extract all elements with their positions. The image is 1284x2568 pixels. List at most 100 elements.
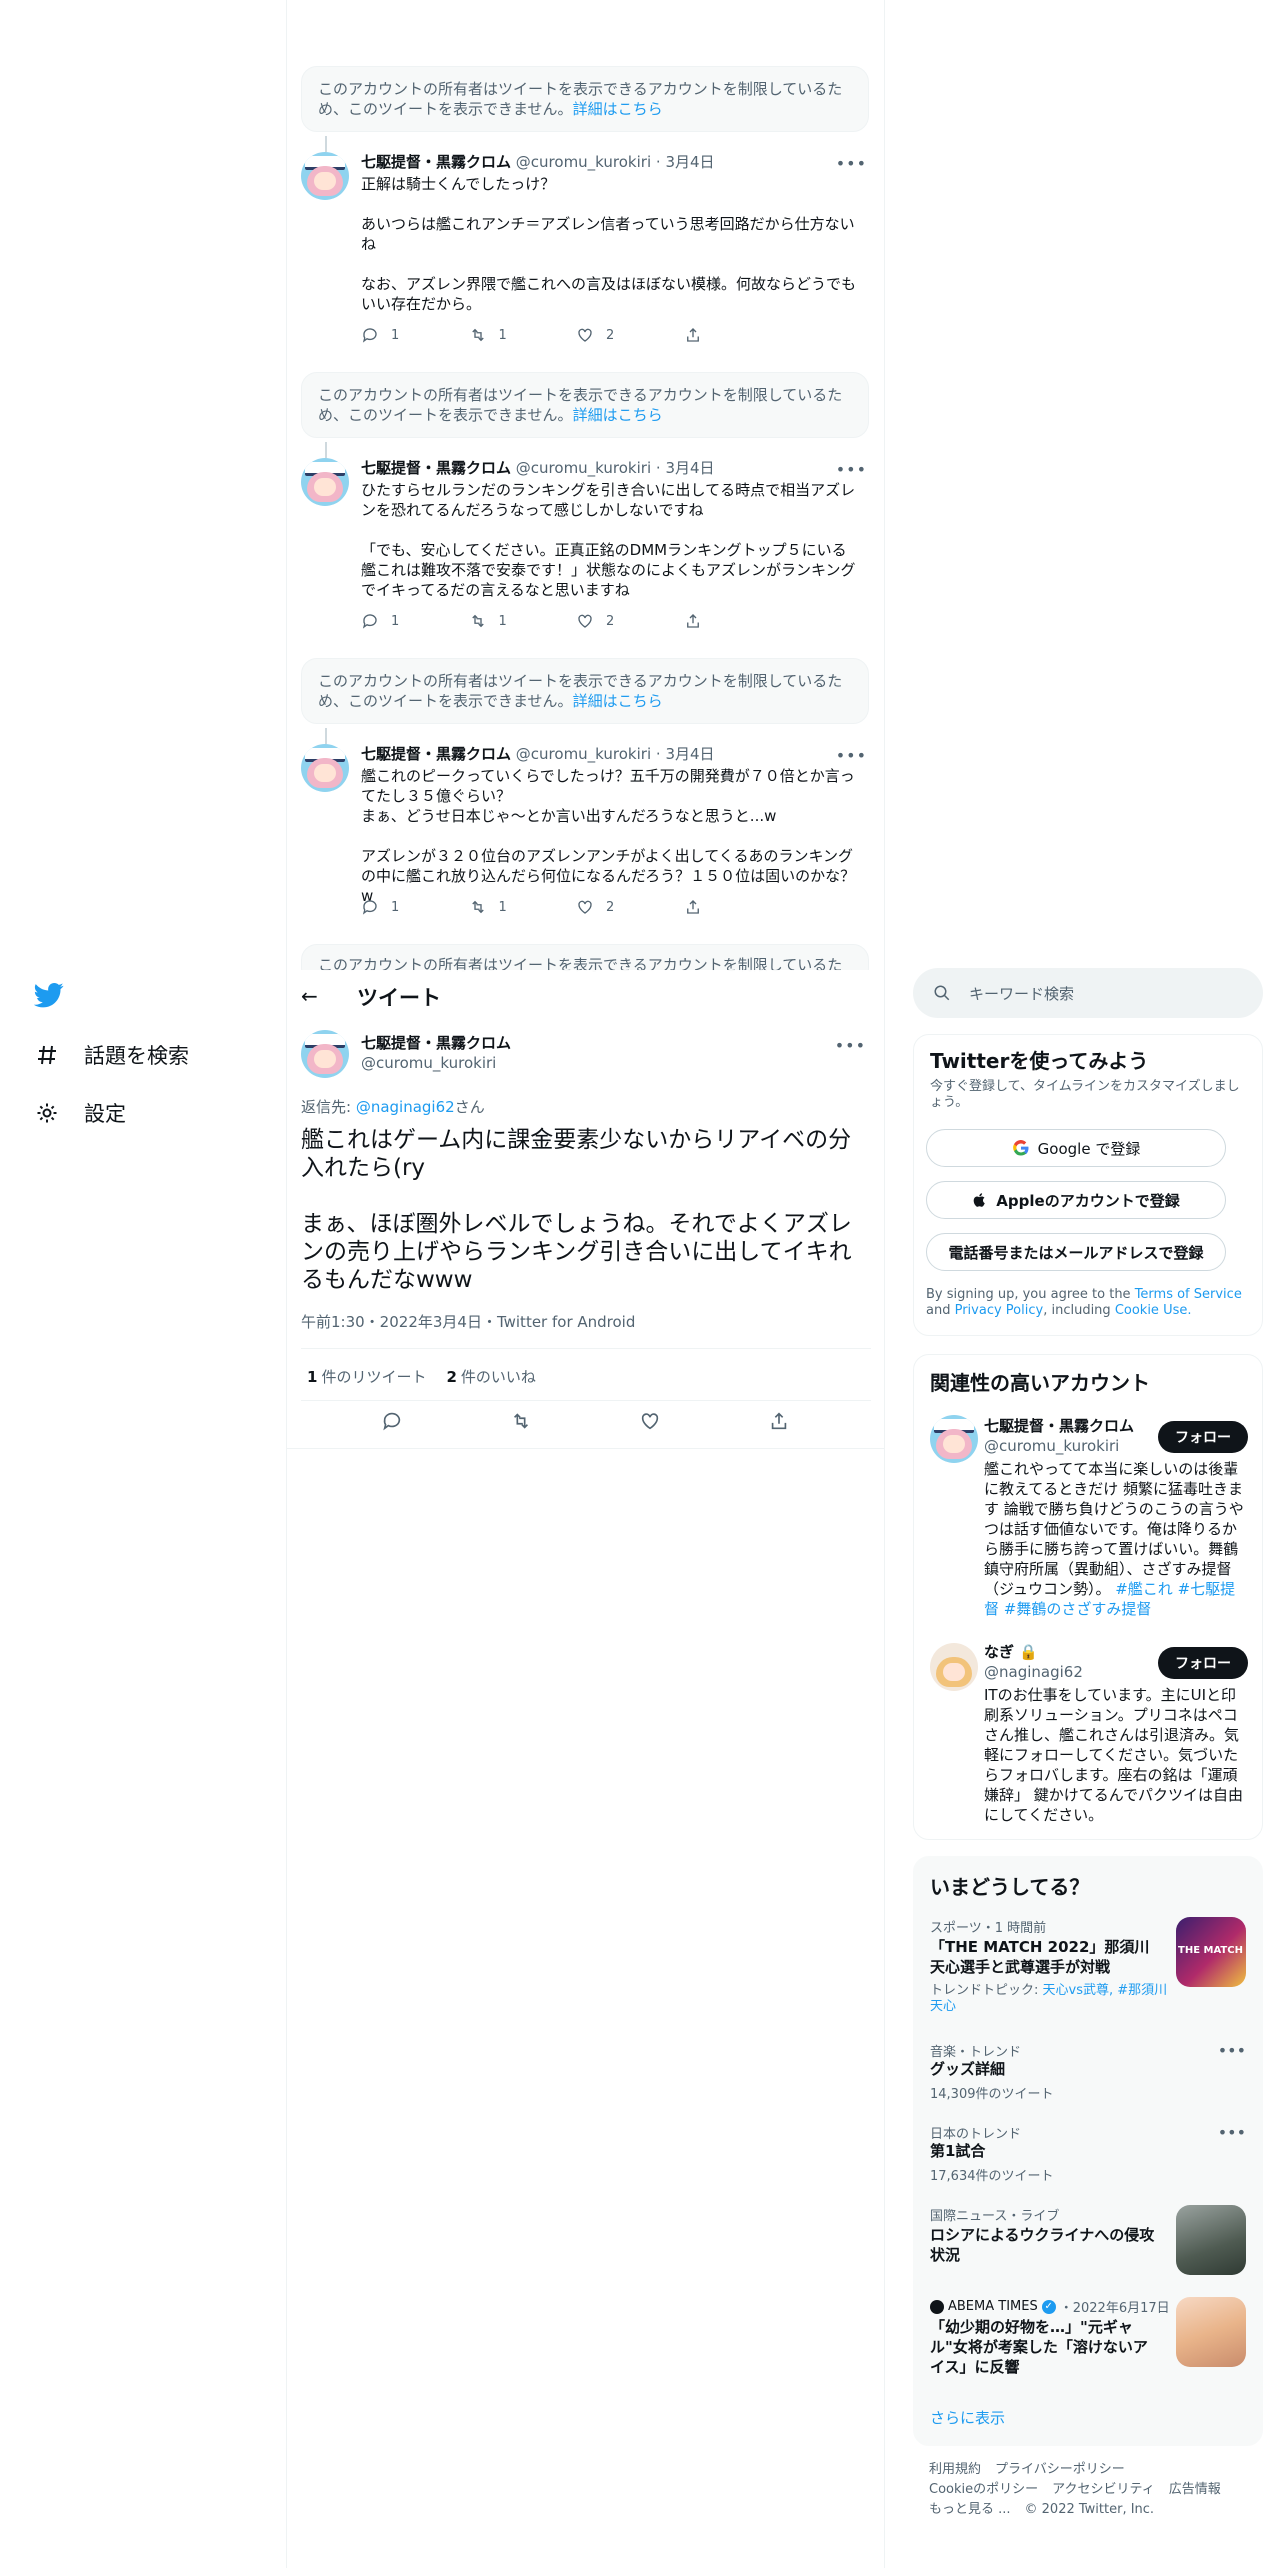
google-signup-button[interactable]: Google で登録 xyxy=(926,1129,1226,1167)
show-more-link[interactable]: さらに表示 xyxy=(930,2407,1005,2428)
learn-more-link[interactable]: 詳細はこちら xyxy=(573,692,663,710)
apple-signup-label: Appleのアカウントで登録 xyxy=(996,1191,1180,1210)
avatar[interactable] xyxy=(301,458,349,506)
trend-title[interactable]: 第1試合 xyxy=(930,2141,1160,2161)
like-stat-label: 件のいいね xyxy=(460,1368,536,1386)
account-handle[interactable]: @curomu_kurokiri xyxy=(984,1437,1119,1455)
author-name[interactable]: 七駆提督・黒霧クロム xyxy=(361,745,511,763)
tweet-header: 七駆提督・黒霧クロム @curomu_kurokiri · 3月4日 xyxy=(361,152,715,172)
author-handle[interactable]: @curomu_kurokiri xyxy=(516,745,651,763)
account-avatar[interactable] xyxy=(930,1415,978,1463)
avatar[interactable] xyxy=(301,744,349,792)
main-tweet-author-name[interactable]: 七駆提督・黒霧クロム xyxy=(361,1032,511,1053)
trend-title[interactable]: 「THE MATCH 2022」那須川天心選手と武尊選手が対戦 xyxy=(930,1937,1160,1977)
follow-button[interactable]: フォロー xyxy=(1158,1421,1248,1453)
cookie-use-link[interactable]: Cookie Use. xyxy=(1115,1303,1192,1318)
like-button[interactable]: 2 xyxy=(576,612,684,630)
more-options-icon[interactable]: ••• xyxy=(1218,2041,1246,2060)
retweet-button[interactable]: 1 xyxy=(469,898,577,916)
heart-icon[interactable] xyxy=(639,1410,661,1432)
more-options-icon[interactable]: ••• xyxy=(836,154,867,173)
trend-count: 17,634件のツイート xyxy=(930,2169,1054,2184)
privacy-policy-link[interactable]: Privacy Policy xyxy=(955,1303,1044,1318)
author-handle[interactable]: @curomu_kurokiri xyxy=(516,459,651,477)
author-name[interactable]: 七駆提督・黒霧クロム xyxy=(361,153,511,171)
verified-icon: ✓ xyxy=(1041,2299,1056,2314)
more-options-icon[interactable]: ••• xyxy=(836,460,867,479)
apple-signup-button[interactable]: Appleのアカウントで登録 xyxy=(926,1181,1226,1219)
apple-icon xyxy=(973,1193,986,1207)
tweet-date[interactable]: 3月4日 xyxy=(665,459,714,477)
retweet-stat-label: 件のリツイート xyxy=(321,1368,427,1386)
like-button[interactable]: 2 xyxy=(576,326,684,344)
account-avatar[interactable] xyxy=(930,1643,978,1691)
replying-to-link[interactable]: @naginagi62 xyxy=(356,1098,455,1116)
retweet-button[interactable]: 1 xyxy=(469,326,577,344)
signup-subtitle: 今すぐ登録して、タイムラインをカスタマイズしましょう。 xyxy=(930,1079,1240,1110)
more-options-icon[interactable]: ••• xyxy=(836,746,867,765)
footer-more-link[interactable]: もっと見る ... xyxy=(929,2502,1011,2517)
retweet-icon xyxy=(471,900,484,914)
main-tweet-avatar[interactable] xyxy=(301,1030,349,1078)
share-button[interactable] xyxy=(684,898,792,916)
like-button[interactable]: 2 xyxy=(576,898,684,916)
trend-source-name[interactable]: ABEMA TIMES xyxy=(948,2299,1038,2314)
main-tweet-author-handle[interactable]: @curomu_kurokiri xyxy=(361,1054,496,1072)
phone-email-signup-button[interactable]: 電話番号またはメールアドレスで登録 xyxy=(926,1233,1226,1271)
share-icon[interactable] xyxy=(768,1410,790,1432)
trend-title[interactable]: グッズ詳細 xyxy=(930,2059,1160,2079)
reply-tweet[interactable]: 七駆提督・黒霧クロム @curomu_kurokiri · 3月4日 ••• 正… xyxy=(301,136,871,352)
tweet-date[interactable]: 3月4日 xyxy=(665,153,714,171)
reply-button[interactable]: 1 xyxy=(361,898,469,916)
twitter-logo-icon[interactable] xyxy=(33,980,64,1010)
footer-link[interactable]: プライバシーポリシー xyxy=(995,2462,1125,2477)
back-arrow-icon[interactable]: ← xyxy=(301,984,318,1008)
footer-link[interactable]: 広告情報 xyxy=(1169,2482,1221,2497)
tweet-date[interactable]: 3月4日 xyxy=(665,745,714,763)
more-options-icon[interactable]: ••• xyxy=(835,1036,866,1055)
like-count: 2 xyxy=(606,613,615,629)
like-stat[interactable]: 2 件のいいね xyxy=(446,1366,535,1387)
reply-tweet[interactable]: 七駆提督・黒霧クロム @curomu_kurokiri · 3月4日 ••• ひ… xyxy=(301,442,871,638)
share-button[interactable] xyxy=(684,612,792,630)
author-name[interactable]: 七駆提督・黒霧クロム xyxy=(361,459,511,477)
avatar[interactable] xyxy=(301,152,349,200)
terms-of-service-link[interactable]: Terms of Service xyxy=(1135,1287,1242,1302)
nav-explore[interactable]: 話題を検索 xyxy=(34,1040,189,1070)
thread-line xyxy=(325,442,327,458)
trend-image[interactable] xyxy=(1176,2205,1246,2275)
more-options-icon[interactable]: ••• xyxy=(1218,2123,1246,2142)
author-handle[interactable]: @curomu_kurokiri xyxy=(516,153,651,171)
footer-link[interactable]: Cookieのポリシー xyxy=(929,2482,1038,2497)
search-bar[interactable]: キーワード検索 xyxy=(913,968,1263,1018)
search-input[interactable]: キーワード検索 xyxy=(969,983,1074,1004)
footer-row: 利用規約 プライバシーポリシー xyxy=(929,2460,1259,2480)
retweet-button[interactable]: 1 xyxy=(469,612,577,630)
learn-more-link[interactable]: 詳細はこちら xyxy=(573,100,663,118)
trend-image[interactable] xyxy=(1176,2297,1246,2367)
retweet-icon[interactable] xyxy=(510,1410,532,1432)
account-bio-text: 艦これやってて本当に楽しいのは後輩に教えてるときだけ 頻繁に猛毒吐きます 論戦で… xyxy=(984,1460,1244,1598)
account-name[interactable]: 七駆提督・黒霧クロム xyxy=(984,1415,1134,1436)
trend-title[interactable]: 「幼少期の好物を…」"元ギャル"女将が考案した「溶けないアイス」に反響 xyxy=(930,2317,1160,2377)
footer-link[interactable]: アクセシビリティ xyxy=(1052,2482,1155,2497)
account-bio: ITのお仕事をしています。主にUIと印刷系ソリューション。プリコネはペコさん推し… xyxy=(984,1686,1244,1824)
reply-tweet[interactable]: 七駆提督・黒霧クロム @curomu_kurokiri · 3月4日 ••• 艦… xyxy=(301,728,871,924)
account-name[interactable]: なぎ xyxy=(984,1643,1014,1661)
main-tweet-meta[interactable]: 午前1:30・2022年3月4日・Twitter for Android xyxy=(301,1311,635,1332)
trend-topic-prefix: トレンドトピック: xyxy=(930,1983,1043,1998)
reply-button[interactable]: 1 xyxy=(361,612,469,630)
share-button[interactable] xyxy=(684,326,792,344)
account-handle[interactable]: @naginagi62 xyxy=(984,1663,1083,1681)
reply-icon[interactable] xyxy=(381,1410,403,1432)
follow-button[interactable]: フォロー xyxy=(1158,1647,1248,1679)
like-count: 2 xyxy=(606,327,615,343)
nav-settings-label: 設定 xyxy=(84,1102,126,1126)
nav-settings[interactable]: 設定 xyxy=(34,1098,126,1128)
retweet-stat[interactable]: 1 件のリツイート xyxy=(307,1366,426,1387)
footer-link[interactable]: 利用規約 xyxy=(929,2462,981,2477)
trend-title[interactable]: ロシアによるウクライナへの侵攻状況 xyxy=(930,2225,1160,2265)
reply-button[interactable]: 1 xyxy=(361,326,469,344)
trend-image[interactable]: THE MATCH 2022 xyxy=(1176,1917,1246,1987)
learn-more-link[interactable]: 詳細はこちら xyxy=(573,406,663,424)
